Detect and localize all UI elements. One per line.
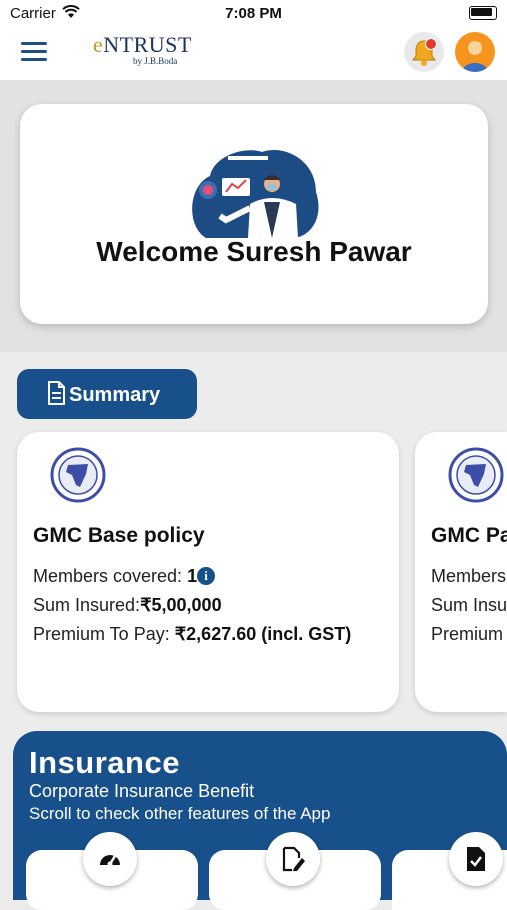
- info-icon[interactable]: i: [197, 567, 216, 585]
- policy-card[interactable]: GMC Pa Members Sum Insu Premium: [415, 432, 507, 712]
- insurance-subtitle: Corporate Insurance Benefit: [29, 781, 255, 801]
- insurer-emblem-icon: [50, 447, 106, 503]
- policy-card[interactable]: GMC Base policy Members covered: 1i Sum …: [17, 432, 399, 712]
- bell-icon: [412, 40, 436, 66]
- members-label: Members: [431, 566, 507, 586]
- brand-name: NTRUST: [103, 32, 192, 57]
- speedometer-icon[interactable]: [83, 832, 137, 886]
- brand-prefix: e: [93, 32, 104, 57]
- sum-insured-label: Sum Insured:: [33, 595, 141, 615]
- welcome-message: Welcome Suresh Pawar: [96, 236, 412, 267]
- members-covered-row: Members covered: 1i: [33, 566, 216, 587]
- policy-title: GMC Pa: [431, 524, 507, 547]
- sum-insured-label: Sum Insu: [431, 595, 507, 615]
- premium-value: ₹2,627.60 (incl. GST): [174, 624, 352, 644]
- members-label: Members covered:: [33, 566, 188, 586]
- members-value: 1: [187, 566, 198, 586]
- doctor-illustration: [192, 149, 319, 238]
- status-bar: Carrier 7:08 PM: [0, 0, 507, 28]
- edit-document-icon[interactable]: [266, 832, 320, 886]
- checked-document-icon[interactable]: [449, 832, 503, 886]
- welcome-card: Welcome Suresh Pawar: [20, 104, 488, 324]
- summary-button[interactable]: Summary: [17, 369, 197, 419]
- battery-icon: [469, 6, 497, 20]
- document-icon: [48, 381, 65, 405]
- clock: 7:08 PM: [225, 5, 282, 22]
- notification-button[interactable]: [404, 32, 444, 72]
- brand-tagline: by J.B.Boda: [133, 56, 178, 66]
- user-avatar-icon[interactable]: [455, 32, 495, 72]
- insurance-title: Insurance: [29, 745, 180, 780]
- premium-label: Premium: [431, 624, 504, 644]
- premium-label: Premium To Pay:: [33, 624, 175, 644]
- sum-insured-row: Sum Insured:₹5,00,000: [33, 595, 222, 616]
- summary-button-label: Summary: [69, 384, 161, 406]
- sum-insured-value: ₹5,00,000: [140, 595, 222, 615]
- hamburger-icon[interactable]: [21, 42, 47, 62]
- app-header: eNTRUST by J.B.Boda: [0, 28, 507, 81]
- notification-badge: [425, 38, 437, 50]
- policy-title: GMC Base policy: [33, 524, 205, 547]
- entrust-logo: eNTRUST by J.B.Boda: [93, 32, 192, 66]
- insurer-emblem-icon: [448, 447, 504, 503]
- insurance-hint: Scroll to check other features of the Ap…: [29, 804, 331, 823]
- premium-row: Premium To Pay: ₹2,627.60 (incl. GST): [33, 624, 351, 645]
